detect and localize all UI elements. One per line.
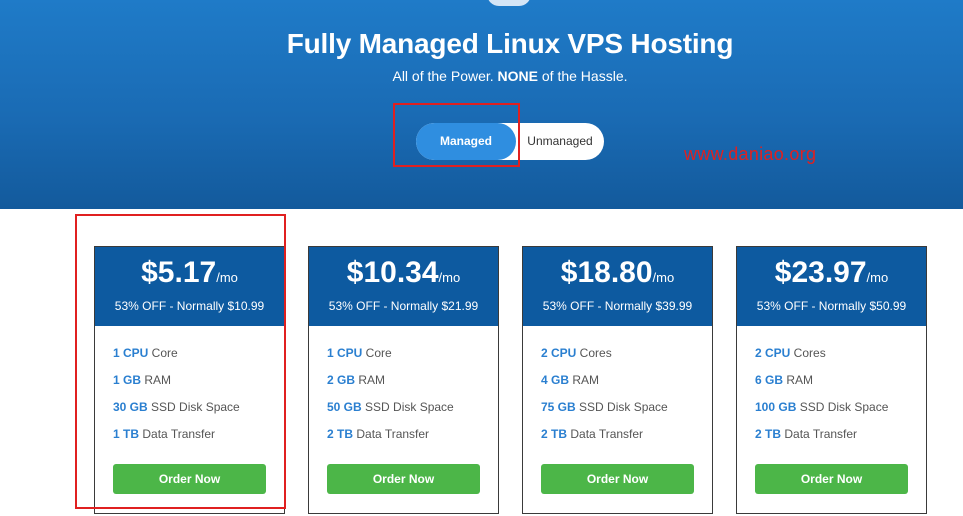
price-amount: $23.97 <box>774 256 867 289</box>
feature-qty: 1 CPU <box>113 346 149 360</box>
feature-list: 2 CPU Cores 6 GB RAM 100 GB SSD Disk Spa… <box>737 326 926 454</box>
watermark-text: www.daniao.org <box>684 144 817 164</box>
feature-item: 2 TB Data Transfer <box>541 427 712 454</box>
feature-item: 1 CPU Core <box>113 346 284 373</box>
price-period: /mo <box>652 270 675 285</box>
feature-qty: 2 GB <box>327 373 356 387</box>
price-period: /mo <box>216 270 238 285</box>
pricing-card-header: $5.17/mo 53% OFF - Normally $10.99 <box>95 247 284 326</box>
pricing-card: $5.17/mo 53% OFF - Normally $10.99 1 CPU… <box>94 246 285 514</box>
feature-item: 4 GB RAM <box>541 373 712 400</box>
feature-label: SSD Disk Space <box>147 400 240 414</box>
feature-qty: 75 GB <box>541 400 576 414</box>
pricing-card: $23.97/mo 53% OFF - Normally $50.99 2 CP… <box>736 246 927 514</box>
feature-qty: 4 GB <box>541 373 570 387</box>
feature-qty: 2 CPU <box>541 346 577 360</box>
feature-item: 75 GB SSD Disk Space <box>541 400 712 427</box>
feature-label: SSD Disk Space <box>361 400 454 414</box>
order-now-button[interactable]: Order Now <box>113 464 266 494</box>
feature-qty: 1 CPU <box>327 346 363 360</box>
feature-qty: 2 TB <box>327 427 354 441</box>
feature-label: Cores <box>576 346 612 360</box>
feature-item: 1 CPU Core <box>327 346 498 373</box>
page-title: Fully Managed Linux VPS Hosting <box>286 28 734 59</box>
feature-qty: 2 TB <box>755 427 782 441</box>
feature-qty: 2 TB <box>541 427 568 441</box>
feature-label: SSD Disk Space <box>796 400 889 414</box>
discount-label: 53% OFF - Normally $21.99 <box>328 299 479 313</box>
feature-item: 1 TB Data Transfer <box>113 427 284 454</box>
feature-item: 100 GB SSD Disk Space <box>755 400 926 427</box>
price-period: /mo <box>866 270 889 285</box>
subtitle-text: All of the Power. <box>392 68 498 84</box>
order-now-button[interactable]: Order Now <box>541 464 694 494</box>
feature-item: 2 TB Data Transfer <box>755 427 926 454</box>
price-amount: $5.17 <box>141 256 217 289</box>
order-now-button[interactable]: Order Now <box>327 464 480 494</box>
feature-label: Cores <box>790 346 826 360</box>
pricing-card: $18.80/mo 53% OFF - Normally $39.99 2 CP… <box>522 246 713 514</box>
feature-qty: 1 GB <box>113 373 142 387</box>
feature-label: Data Transfer <box>781 427 858 441</box>
hero-banner: Fully Managed Linux VPS Hosting All of t… <box>0 0 963 209</box>
feature-list: 1 CPU Core 2 GB RAM 50 GB SSD Disk Space… <box>309 326 498 454</box>
feature-label: Core <box>148 346 178 360</box>
order-now-button[interactable]: Order Now <box>755 464 908 494</box>
feature-qty: 2 CPU <box>755 346 791 360</box>
feature-qty: 30 GB <box>113 400 148 414</box>
pricing-card-header: $10.34/mo 53% OFF - Normally $21.99 <box>309 247 498 326</box>
price-amount: $10.34 <box>346 256 439 289</box>
toggle-unmanaged-button[interactable]: Unmanaged <box>516 123 604 160</box>
feature-qty: 50 GB <box>327 400 362 414</box>
toggle-managed-button[interactable]: Managed <box>416 123 516 160</box>
pricing-card-header: $18.80/mo 53% OFF - Normally $39.99 <box>523 247 712 326</box>
feature-label: RAM <box>569 373 600 387</box>
subtitle-text-end: of the Hassle. <box>538 68 628 84</box>
page-subtitle: All of the Power. NONE of the Hassle. <box>0 68 963 84</box>
feature-item: 2 GB RAM <box>327 373 498 400</box>
feature-label: Data Transfer <box>353 427 430 441</box>
feature-label: RAM <box>783 373 814 387</box>
feature-label: SSD Disk Space <box>575 400 668 414</box>
feature-item: 2 CPU Cores <box>541 346 712 373</box>
feature-label: Core <box>362 346 392 360</box>
feature-label: RAM <box>355 373 386 387</box>
price-amount: $18.80 <box>560 256 653 289</box>
subtitle-emphasis: NONE <box>497 68 538 84</box>
feature-list: 2 CPU Cores 4 GB RAM 75 GB SSD Disk Spac… <box>523 326 712 454</box>
feature-qty: 6 GB <box>755 373 784 387</box>
discount-label: 53% OFF - Normally $10.99 <box>114 299 265 313</box>
feature-item: 30 GB SSD Disk Space <box>113 400 284 427</box>
feature-item: 6 GB RAM <box>755 373 926 400</box>
feature-list: 1 CPU Core 1 GB RAM 30 GB SSD Disk Space… <box>95 326 284 454</box>
feature-qty: 1 TB <box>113 427 140 441</box>
feature-item: 1 GB RAM <box>113 373 284 400</box>
price-period: /mo <box>438 270 461 285</box>
logo-icon <box>487 0 531 6</box>
discount-label: 53% OFF - Normally $50.99 <box>756 299 907 313</box>
feature-item: 2 TB Data Transfer <box>327 427 498 454</box>
pricing-card-header: $23.97/mo 53% OFF - Normally $50.99 <box>737 247 926 326</box>
feature-label: Data Transfer <box>567 427 644 441</box>
feature-label: RAM <box>141 373 172 387</box>
discount-label: 53% OFF - Normally $39.99 <box>542 299 693 313</box>
feature-label: Data Transfer <box>139 427 216 441</box>
feature-item: 2 CPU Cores <box>755 346 926 373</box>
feature-qty: 100 GB <box>755 400 797 414</box>
pricing-card: $10.34/mo 53% OFF - Normally $21.99 1 CP… <box>308 246 499 514</box>
plan-type-toggle: Managed Unmanaged <box>416 123 604 160</box>
feature-item: 50 GB SSD Disk Space <box>327 400 498 427</box>
